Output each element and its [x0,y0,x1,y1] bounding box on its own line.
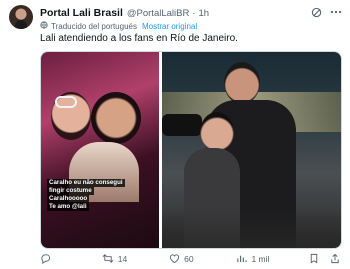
repost-icon [102,253,114,266]
like-button[interactable]: 60 [169,253,236,266]
share-button[interactable] [330,253,340,266]
like-count: 60 [184,254,194,264]
caption-line: fingir costume [47,187,94,195]
caption-line: Caralhooooo [47,195,90,203]
views-count: 1 mil [251,254,270,264]
reply-button[interactable] [40,253,102,266]
tweet-time[interactable]: 1h [199,8,210,19]
translation-label: Traducido del portugués [51,21,137,31]
separator-dot: · [192,7,196,19]
more-options-icon[interactable] [330,6,342,18]
bookmark-button[interactable] [309,253,330,266]
photo-street[interactable] [162,52,341,248]
author-name[interactable]: Portal Lali Brasil [40,7,123,19]
tweet-header: Portal Lali Brasil @PortalLaliBR · 1h [40,6,340,20]
author-avatar[interactable] [9,5,33,29]
reply-icon [40,253,51,266]
grok-icon[interactable] [310,6,322,18]
translation-notice: Traducido del portugués Mostrar original [40,21,197,31]
tweet-actions: 14 60 1 mil [40,253,340,265]
photo-caption: Caralho eu não consegui fingir costume C… [47,179,133,211]
views-button[interactable]: 1 mil [236,253,309,266]
photo-fans[interactable]: Caralho eu não consegui fingir costume C… [41,52,159,248]
tweet-text: Lali atendiendo a los fans en Río de Jan… [40,33,238,44]
author-handle[interactable]: @PortalLaliBR [127,8,189,19]
tweet-media[interactable]: Caralho eu não consegui fingir costume C… [40,51,342,249]
translate-icon [40,21,48,31]
repost-count: 14 [117,254,128,264]
repost-button[interactable]: 14 [102,253,169,266]
caption-line: Te amo @lali [47,203,89,211]
show-original-link[interactable]: Mostrar original [142,22,197,31]
heart-icon [169,253,180,266]
bookmark-icon [309,253,319,266]
caption-line: Caralho eu não consegui [47,179,125,187]
views-icon [236,253,248,266]
header-actions [310,6,342,18]
share-icon [330,253,340,266]
